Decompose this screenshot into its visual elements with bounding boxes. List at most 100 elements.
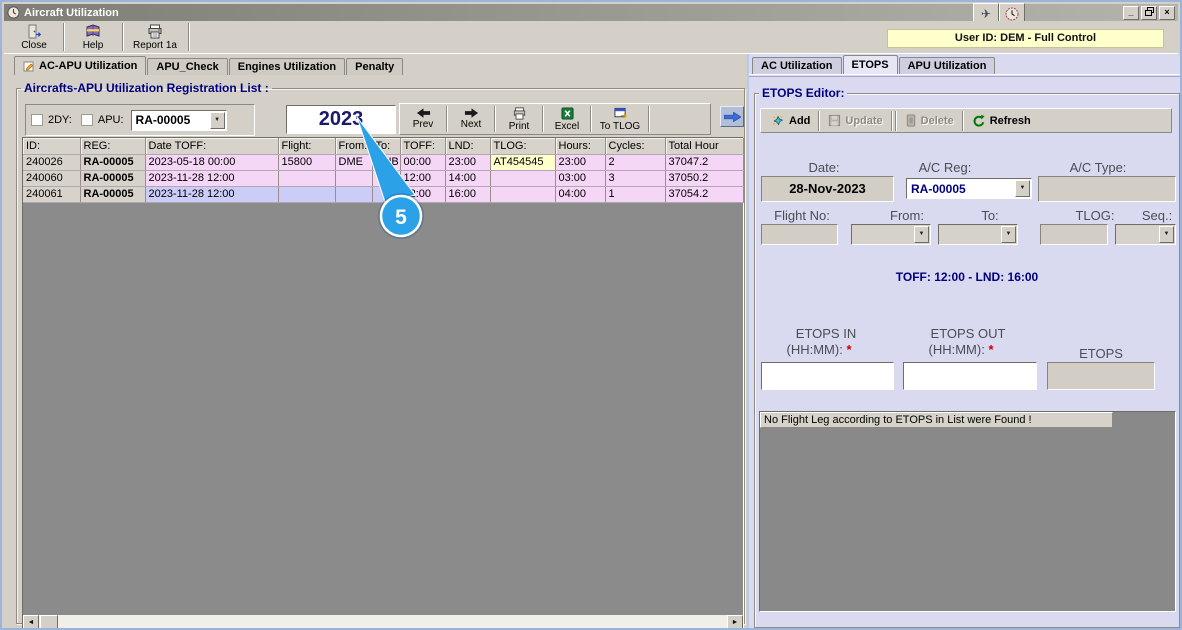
close-button[interactable]: Close [8,23,60,52]
cell-id[interactable]: 240061 [23,186,81,203]
scroll-left-icon[interactable]: ◄ [23,615,39,628]
aircraft-reg-combo[interactable]: RA-00005 ▼ [130,109,227,131]
col-header[interactable]: Cycles: [605,138,666,155]
cell-hours[interactable]: 03:00 [555,170,606,187]
etops-in-input[interactable] [761,362,894,390]
add-button[interactable]: Add [765,111,816,131]
ac-reg-label: A/C Reg: [918,160,972,175]
table-row[interactable]: 240061 RA-00005 2023-11-28 12:00 12:00 1… [23,186,744,203]
cell-id[interactable]: 240060 [23,170,81,187]
cell-cycles[interactable]: 3 [605,170,666,187]
cell-reg[interactable]: RA-00005 [80,170,146,187]
tab-penalty[interactable]: Penalty [346,58,404,75]
scrollbar-thumb[interactable] [40,615,58,628]
cell-total-hours[interactable]: 37050.2 [665,170,744,187]
tab-ac-apu-utilization[interactable]: AC-APU Utilization [14,56,147,75]
etops-out-input[interactable] [903,362,1037,390]
col-header[interactable]: LND: [445,138,491,155]
tab-apu-utilization[interactable]: APU Utilization [898,57,996,74]
delete-button[interactable]: Delete [899,111,960,131]
col-header[interactable]: TOFF: [400,138,446,155]
close-window-button[interactable]: × [1159,5,1175,20]
table-row[interactable]: 240060 RA-00005 2023-11-28 12:00 12:00 1… [23,170,744,187]
cell-lnd[interactable]: 14:00 [445,170,491,187]
refresh-button[interactable]: Refresh [966,111,1037,131]
left-panel: AC-APU Utilization APU_Check Engines Uti… [4,54,747,628]
cell-to[interactable] [372,170,401,187]
cell-from[interactable]: DME [335,154,373,171]
cell-flight[interactable]: 15800 [278,154,336,171]
col-header[interactable]: To: [372,138,401,155]
cell-flight[interactable] [278,186,336,203]
cell-toff[interactable]: 00:00 [400,154,446,171]
to-combo[interactable]: ▼ [938,224,1018,245]
restore-button[interactable] [1141,5,1157,20]
col-header[interactable]: Hours: [555,138,606,155]
cell-flight[interactable] [278,170,336,187]
ac-reg-combo[interactable]: RA-00005 ▼ [906,178,1032,199]
cell-from[interactable] [335,186,373,203]
table-row[interactable]: 240026 RA-00005 2023-05-18 00:00 15800 D… [23,154,744,171]
cell-tlog[interactable] [490,186,556,203]
to-tlog-button[interactable]: To TLOG [592,105,648,133]
apu-checkbox[interactable] [80,114,93,126]
chevron-down-icon[interactable]: ▼ [1001,226,1016,243]
chevron-down-icon[interactable]: ▼ [1159,226,1174,243]
aircraft-reg-value: RA-00005 [135,113,191,127]
cell-tlog[interactable] [490,170,556,187]
cell-lnd[interactable]: 16:00 [445,186,491,203]
cell-from[interactable] [335,170,373,187]
print-button[interactable]: Print [496,105,542,133]
report-1a-button[interactable]: Report 1a [126,23,184,52]
tab-engines-utilization[interactable]: Engines Utilization [228,58,346,75]
prev-button[interactable]: Prev [400,105,446,133]
help-button[interactable]: Help [67,23,119,52]
update-button[interactable]: Update [822,111,888,131]
cell-lnd[interactable]: 23:00 [445,154,491,171]
2dy-checkbox[interactable] [31,114,43,126]
col-header[interactable]: Date TOFF: [145,138,279,155]
col-header[interactable]: From: [335,138,373,155]
cell-date-toff[interactable]: 2023-11-28 12:00 [145,186,279,203]
col-header[interactable]: Total Hour [665,138,744,155]
cell-date-toff[interactable]: 2023-11-28 12:00 [145,170,279,187]
minimize-button[interactable]: _ [1123,5,1139,20]
col-header[interactable]: Flight: [278,138,336,155]
chevron-down-icon[interactable]: ▼ [209,111,225,129]
chevron-down-icon[interactable]: ▼ [1015,180,1030,197]
cell-to[interactable] [372,186,401,203]
cell-toff[interactable]: 12:00 [400,170,446,187]
cell-tlog[interactable]: AT454545 [490,154,556,171]
seq-combo[interactable]: ▼ [1115,224,1176,245]
chevron-down-icon[interactable]: ▼ [914,226,929,243]
cell-toff[interactable]: 12:00 [400,186,446,203]
cell-reg[interactable]: RA-00005 [80,154,146,171]
flight-no-field[interactable] [761,224,838,245]
tab-apu-check[interactable]: APU_Check [147,58,228,75]
update-save-icon [828,114,841,127]
cell-hours[interactable]: 23:00 [555,154,606,171]
scroll-right-icon[interactable]: ► [727,615,743,628]
expand-panel-button[interactable] [720,106,744,127]
cell-cycles[interactable]: 1 [605,186,666,203]
tab-ac-utilization[interactable]: AC Utilization [752,57,842,74]
cell-total-hours[interactable]: 37047.2 [665,154,744,171]
horizontal-scrollbar[interactable]: ◄ ► [23,615,743,628]
cell-hours[interactable]: 04:00 [555,186,606,203]
excel-button[interactable]: Excel [544,105,590,133]
cell-to[interactable]: DUB [372,154,401,171]
col-header[interactable]: REG: [80,138,146,155]
cell-id[interactable]: 240026 [23,154,81,171]
col-header[interactable]: ID: [23,138,81,155]
from-combo[interactable]: ▼ [851,224,931,245]
tab-etops[interactable]: ETOPS [842,55,898,74]
add-record-icon [771,114,785,128]
next-button[interactable]: Next [448,105,494,133]
col-header[interactable]: TLOG: [490,138,556,155]
cell-total-hours[interactable]: 37054.2 [665,186,744,203]
cell-cycles[interactable]: 2 [605,154,666,171]
cell-reg[interactable]: RA-00005 [80,186,146,203]
tlog-field[interactable] [1040,224,1108,245]
cell-date-toff[interactable]: 2023-05-18 00:00 [145,154,279,171]
year-input[interactable]: 2023 [286,105,396,134]
